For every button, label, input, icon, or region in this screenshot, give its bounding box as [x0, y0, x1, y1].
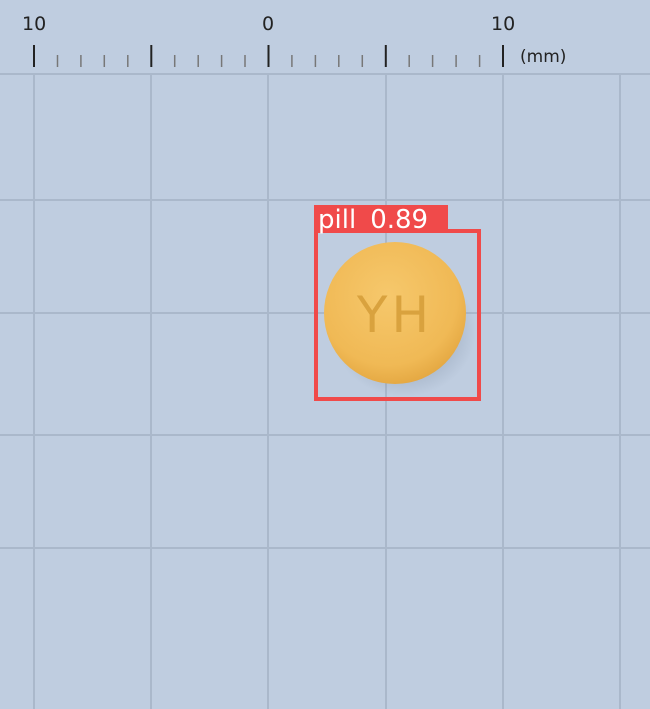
ruler-unit: (mm) — [520, 47, 566, 67]
ruler-label-left: 10 — [22, 13, 46, 35]
detection-class: pill — [318, 205, 356, 235]
scene: 10 0 10 (mm) YH pill 0.89 — [0, 0, 650, 709]
detection-label: pill 0.89 — [318, 205, 428, 235]
detection-confidence: 0.89 — [370, 205, 428, 235]
pill-imprint: YH — [356, 286, 433, 344]
ruler-label-center: 0 — [262, 13, 274, 35]
background — [0, 0, 650, 709]
ruler-label-right: 10 — [491, 13, 515, 35]
